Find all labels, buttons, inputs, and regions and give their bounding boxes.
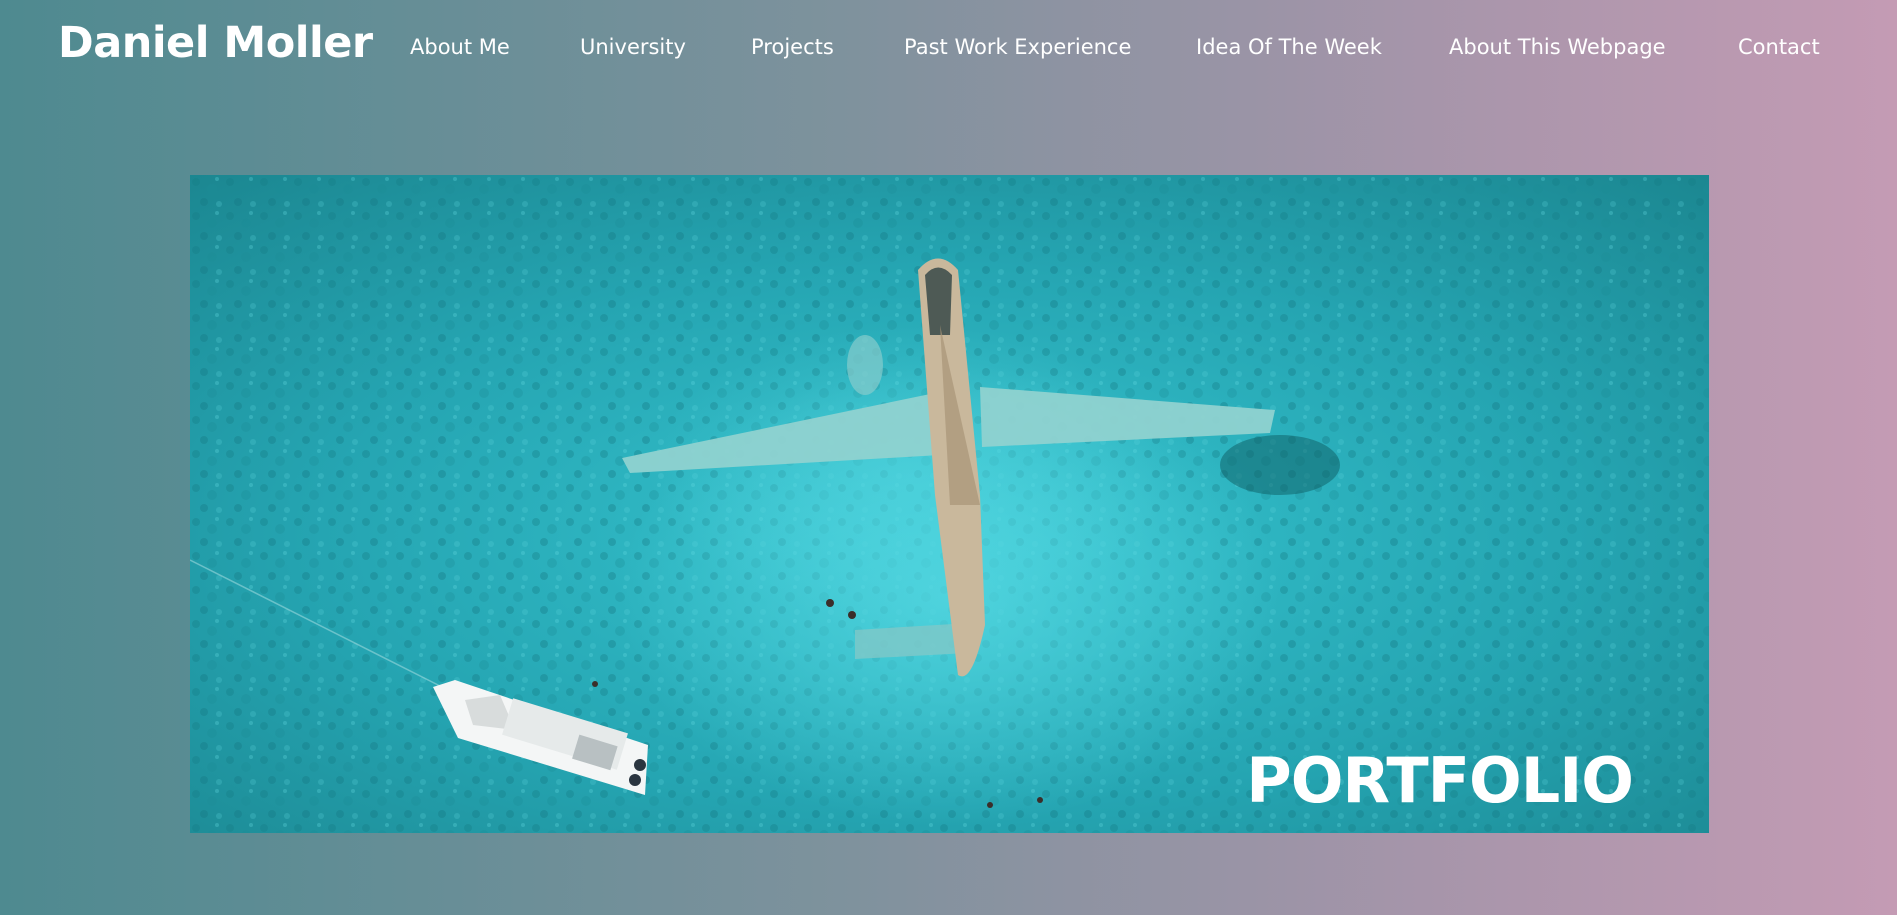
hero-image (190, 175, 1709, 833)
hero-banner: PORTFOLIO (190, 175, 1709, 833)
nav-about-this-webpage[interactable]: About This Webpage (1449, 30, 1666, 64)
main-nav: About Me University Projects Past Work E… (0, 30, 1897, 64)
nav-contact[interactable]: Contact (1738, 30, 1820, 64)
nav-idea-of-the-week[interactable]: Idea Of The Week (1196, 30, 1382, 64)
nav-about-me[interactable]: About Me (410, 30, 510, 64)
nav-university[interactable]: University (580, 30, 686, 64)
nav-past-work-experience[interactable]: Past Work Experience (904, 30, 1131, 64)
hero-title: PORTFOLIO (1246, 744, 1634, 817)
nav-projects[interactable]: Projects (751, 30, 834, 64)
